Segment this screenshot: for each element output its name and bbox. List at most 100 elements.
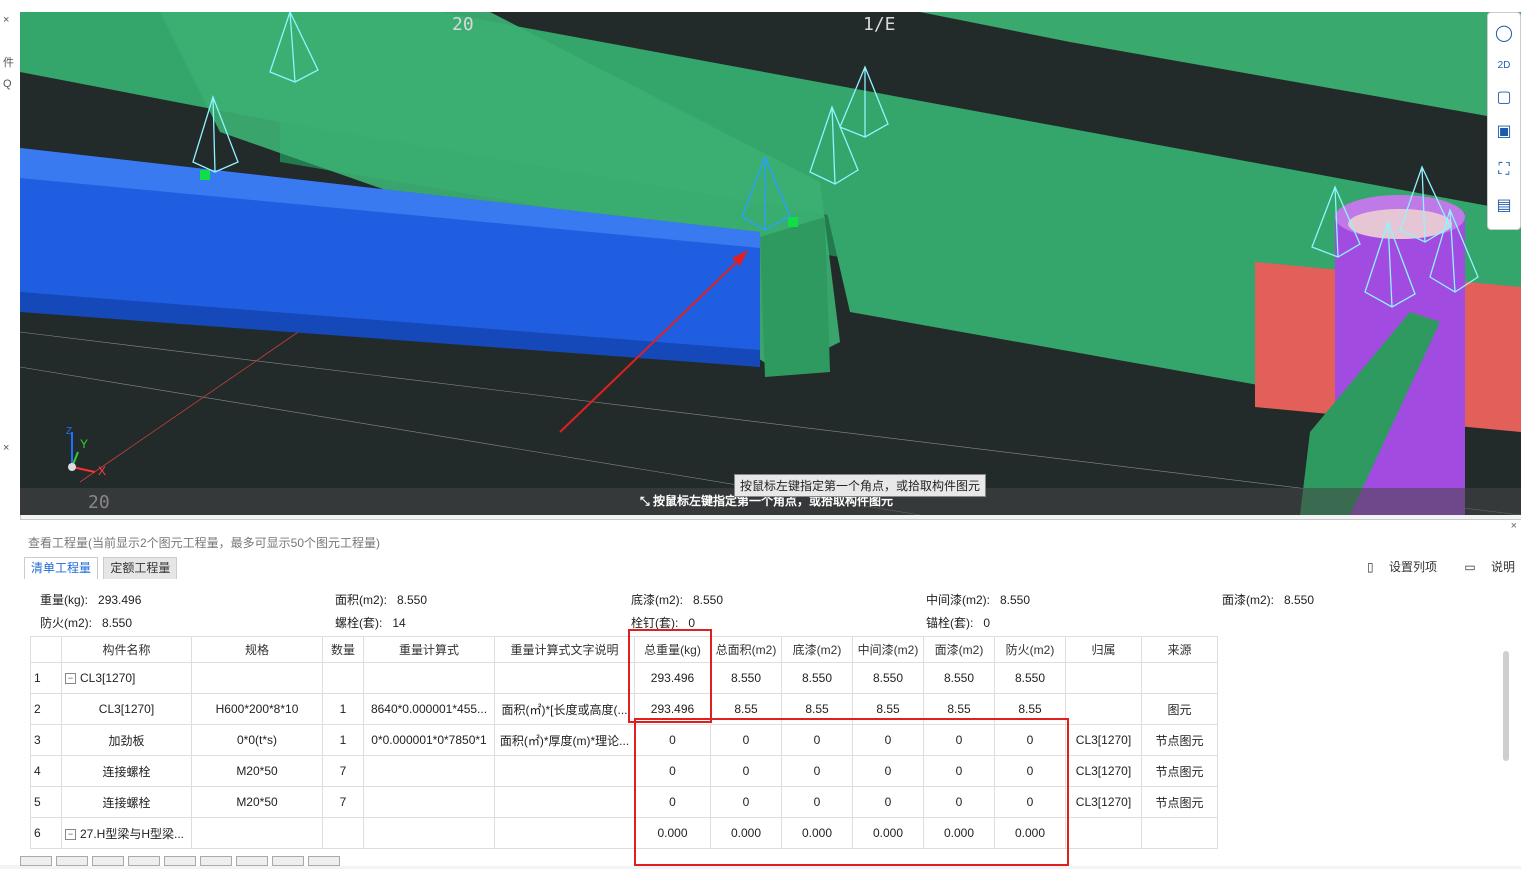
annotation-red-box <box>628 629 712 723</box>
column-header[interactable]: 归属 <box>1065 636 1142 663</box>
table-cell: 5 <box>30 786 62 818</box>
column-header[interactable]: 底漆(m2) <box>781 636 853 663</box>
table-cell <box>1065 693 1142 725</box>
table-cell <box>363 786 495 818</box>
component-name: CL3[1270] <box>80 671 136 685</box>
component-name: 27.H型梁与H型梁... <box>80 826 185 841</box>
left-collapsed-panel: × 件 Q × <box>0 12 21 865</box>
table-cell <box>322 662 364 694</box>
collapse-icon[interactable]: − <box>65 828 76 840</box>
cursor-icon: ⤡ <box>640 494 653 508</box>
table-cell: 4 <box>30 755 62 787</box>
help-icon: ▭ <box>1464 560 1479 574</box>
summary-weight: 重量(kg): 293.496 <box>40 593 142 607</box>
table-cell: 1 <box>322 693 364 725</box>
table-cell <box>363 755 495 787</box>
column-header[interactable]: 重量计算式 <box>363 636 495 663</box>
table-cell: 1 <box>30 662 62 694</box>
close-icon[interactable]: × <box>3 14 9 26</box>
table-cell <box>494 817 635 849</box>
table-cell <box>191 662 323 694</box>
table-cell: 7 <box>322 755 364 787</box>
orbit-icon[interactable]: ◯ <box>1493 23 1515 45</box>
table-cell: 8.550 <box>994 662 1066 694</box>
column-header[interactable]: 总面积(m2) <box>710 636 782 663</box>
table-cell: 8.550 <box>852 662 924 694</box>
table-cell: CL3[1270] <box>61 693 192 725</box>
table-cell: 面积(㎡)*[长度或高度(... <box>494 693 635 725</box>
table-cell <box>363 817 495 849</box>
3d-model-viewport[interactable]: 20 1/E 20 X Y Z ⤡ 按鼠标左键指定第一个角点，或拾取构件图元 按… <box>20 12 1521 515</box>
table-cell: 8.550 <box>923 662 995 694</box>
view-settings-icon[interactable]: ▤ <box>1493 195 1515 217</box>
table-cell <box>1141 662 1218 694</box>
table-cell <box>363 662 495 694</box>
table-cell: 节点图元 <box>1141 755 1218 787</box>
summary-anchor-bolts: 锚栓(套): 0 <box>926 616 991 630</box>
column-header[interactable]: 规格 <box>191 636 323 663</box>
panel-tabs: 清单工程量 定额工程量 <box>24 557 179 579</box>
table-cell: 0*0.000001*0*7850*1 <box>363 724 495 756</box>
close-icon[interactable]: × <box>1511 520 1517 532</box>
table-cell: 图元 <box>1141 693 1218 725</box>
table-cell <box>494 662 635 694</box>
fit-view-icon[interactable]: ⛶ <box>1493 159 1515 181</box>
column-header[interactable]: 防火(m2) <box>994 636 1066 663</box>
model-scene[interactable] <box>20 12 1521 515</box>
table-cell <box>494 755 635 787</box>
table-cell: 连接螺栓 <box>61 755 192 787</box>
panel-tools: ▯ 设置列项 ▭ 说明 <box>1343 558 1515 575</box>
collapse-icon[interactable]: − <box>65 673 76 685</box>
search-icon[interactable]: Q <box>3 78 12 90</box>
table-cell <box>1065 817 1142 849</box>
columns-icon: ▯ <box>1367 560 1377 574</box>
grid-label: 20 <box>452 14 474 35</box>
summary-area: 面积(m2): 8.550 <box>335 593 428 607</box>
2d-view-icon[interactable]: 2D <box>1493 55 1515 77</box>
table-cell: 8.550 <box>710 662 782 694</box>
table-cell: 连接螺栓 <box>61 786 192 818</box>
table-cell <box>1141 817 1218 849</box>
view-toolbar: ◯ 2D ▢ ▣ ⛶ ▤ <box>1487 12 1521 230</box>
table-cell: 7 <box>322 786 364 818</box>
summary-fireproof: 防火(m2): 8.550 <box>40 616 133 630</box>
table-cell: 节点图元 <box>1141 724 1218 756</box>
table-cell: 面积(㎡)*厚度(m)*理论... <box>494 724 635 756</box>
cursor-tooltip: 按鼠标左键指定第一个角点，或拾取构件图元 <box>734 474 987 497</box>
summary-bolts: 螺栓(套): 14 <box>335 616 406 630</box>
column-header[interactable]: 数量 <box>322 636 364 663</box>
table-cell: 节点图元 <box>1141 786 1218 818</box>
summary-midcoat: 中间漆(m2): 8.550 <box>926 593 1031 607</box>
column-header[interactable]: 面漆(m2) <box>923 636 995 663</box>
tab-bill-quantity[interactable]: 清单工程量 <box>24 557 99 579</box>
column-header[interactable]: 重量计算式文字说明 <box>494 636 635 663</box>
panel-title: 查看工程量(当前显示2个图元工程量，最多可显示50个图元工程量) <box>28 536 381 550</box>
grid-label: 1/E <box>863 14 896 35</box>
column-header[interactable]: 来源 <box>1141 636 1218 663</box>
table-row[interactable]: 1− CL3[1270] 293.496 8.550 8.550 8.550 8.550 8.… <box>30 662 1218 694</box>
3d-box-icon[interactable]: ▢ <box>1493 87 1515 109</box>
column-header[interactable]: 构件名称 <box>61 636 192 663</box>
close-icon[interactable]: × <box>3 442 9 454</box>
bottom-toolbar <box>20 855 470 866</box>
column-header[interactable] <box>30 636 62 663</box>
table-cell: − CL3[1270] <box>61 662 192 694</box>
help-button[interactable]: ▭ 说明 <box>1452 560 1515 574</box>
tab-quota-quantity[interactable]: 定额工程量 <box>103 557 178 579</box>
axis-y-label: Y <box>80 437 89 451</box>
quantity-panel: × 查看工程量(当前显示2个图元工程量，最多可显示50个图元工程量) 清单工程量… <box>20 519 1521 866</box>
table-cell <box>322 817 364 849</box>
table-cell: CL3[1270] <box>1065 724 1142 756</box>
3d-solid-box-icon[interactable]: ▣ <box>1493 121 1515 143</box>
table-scrollbar[interactable] <box>1503 651 1509 761</box>
table-cell: 8.550 <box>781 662 853 694</box>
set-columns-button[interactable]: ▯ 设置列项 <box>1355 560 1437 574</box>
table-cell: M20*50 <box>191 755 323 787</box>
left-panel-label: 件 <box>3 57 14 69</box>
table-cell: 2 <box>30 693 62 725</box>
table-cell: 3 <box>30 724 62 756</box>
table-cell: H600*200*8*10 <box>191 693 323 725</box>
column-header[interactable]: 中间漆(m2) <box>852 636 924 663</box>
table-cell <box>1065 662 1142 694</box>
summary-primer: 底漆(m2): 8.550 <box>631 593 724 607</box>
